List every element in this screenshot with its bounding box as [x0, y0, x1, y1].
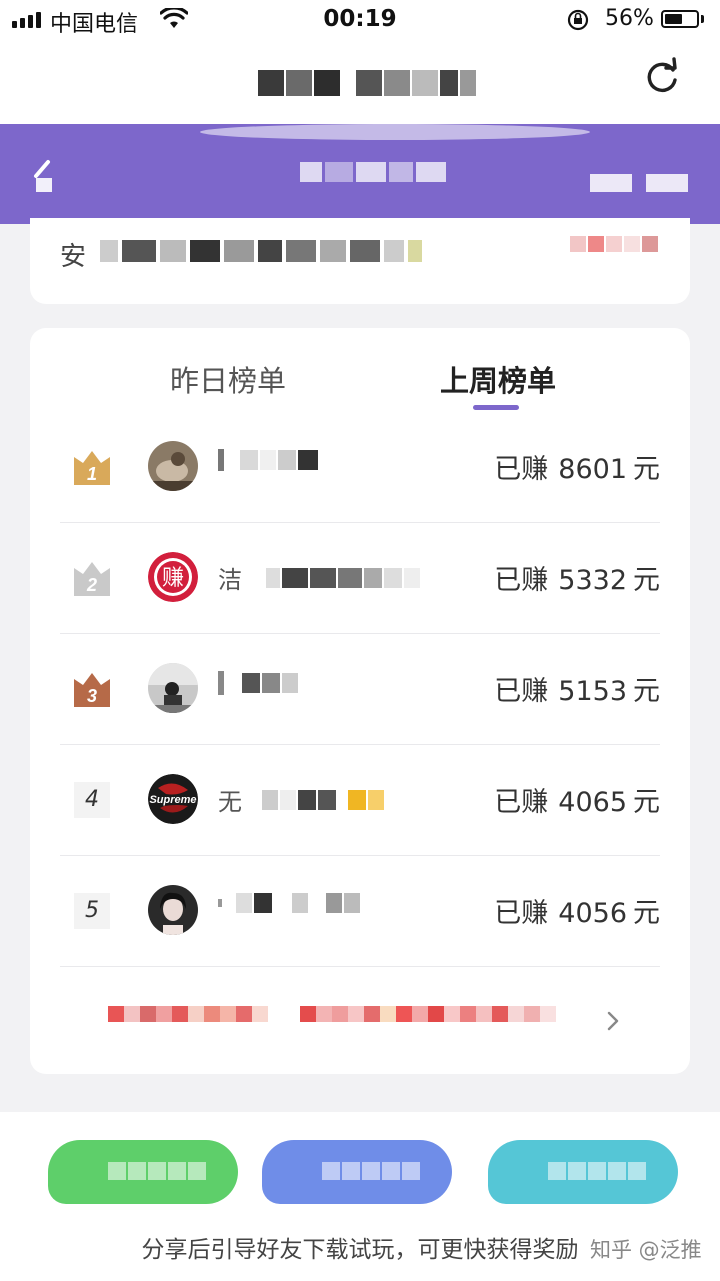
chevron-right-icon[interactable]: [606, 1010, 620, 1032]
earned-label: 已赚: [494, 676, 549, 707]
notice-text: 安: [60, 242, 87, 272]
earned-value: 4056: [558, 898, 627, 929]
view-more-link-redacted[interactable]: [100, 996, 640, 1046]
currency-unit: 元: [633, 898, 660, 929]
header-decoration: [200, 124, 590, 140]
battery-icon: [661, 10, 699, 28]
share-other-button-redacted[interactable]: [488, 1140, 678, 1204]
tab-last-week-ranking[interactable]: 上周榜单: [440, 358, 556, 400]
user-name-redacted: [218, 449, 318, 471]
tab-yesterday-ranking[interactable]: 昨日榜单: [170, 358, 286, 400]
rank-number: 4: [74, 782, 110, 818]
rank-number: 1: [87, 464, 97, 484]
refresh-icon[interactable]: [640, 56, 684, 100]
earned-amount: 已赚 4065 元: [494, 780, 660, 819]
earned-value: 5332: [558, 565, 627, 596]
ranking-row[interactable]: 4 Supreme 无 已赚 4065 元: [60, 744, 660, 856]
avatar: Supreme: [148, 774, 198, 824]
ranking-row[interactable]: 3 已赚 5153 元: [60, 633, 660, 745]
earned-amount: 已赚 5153 元: [494, 669, 660, 708]
user-name-redacted: [218, 893, 360, 913]
earned-amount: 已赚 8601 元: [494, 447, 660, 486]
earned-label: 已赚: [494, 787, 549, 818]
header-action-redacted[interactable]: [590, 174, 688, 192]
earned-value: 8601: [558, 454, 627, 485]
notice-tag-redacted: [570, 236, 658, 252]
avatar: [148, 885, 198, 935]
ranking-card: 昨日榜单 上周榜单 1 已赚 8601 元 2 赚 洁 已赚 5332 元 3 …: [30, 328, 690, 1074]
notice-text-redacted: [100, 240, 422, 262]
avatar: [148, 663, 198, 713]
avatar: [148, 441, 198, 491]
earned-value: 4065: [558, 787, 627, 818]
bronze-crown-icon: 3: [74, 673, 110, 707]
rank-number: 3: [87, 686, 97, 706]
header-title-redacted: [300, 162, 446, 182]
status-bar: 中国电信 00:19 56%: [0, 0, 720, 40]
gold-crown-icon: 1: [74, 451, 110, 485]
battery-percent: 56%: [605, 6, 654, 31]
battery-level-fill: [665, 14, 682, 24]
avatar: 赚: [148, 552, 198, 602]
user-name-redacted: 无: [218, 782, 384, 817]
currency-unit: 元: [633, 565, 660, 596]
share-wechat-button-redacted[interactable]: [48, 1140, 238, 1204]
share-moments-button-redacted[interactable]: [262, 1140, 452, 1204]
back-icon[interactable]: [30, 156, 60, 196]
earned-amount: 已赚 5332 元: [494, 558, 660, 597]
ranking-row[interactable]: 5 已赚 4056 元: [60, 855, 660, 967]
earned-label: 已赚: [494, 565, 549, 596]
rotation-lock-icon: [567, 9, 589, 31]
battery-tip: [701, 15, 704, 23]
rank-number: 5: [74, 893, 110, 929]
view-more-text-redacted: [108, 1006, 556, 1022]
currency-unit: 元: [633, 454, 660, 485]
earned-label: 已赚: [494, 898, 549, 929]
purple-header: [0, 124, 720, 224]
avatar-text: 赚: [162, 566, 184, 591]
user-name-redacted: [218, 671, 298, 695]
ranking-row[interactable]: 2 赚 洁 已赚 5332 元: [60, 522, 660, 634]
currency-unit: 元: [633, 676, 660, 707]
earned-label: 已赚: [494, 454, 549, 485]
silver-crown-icon: 2: [74, 562, 110, 596]
user-name-redacted: 洁: [218, 560, 420, 595]
ranking-row[interactable]: 1 已赚 8601 元: [60, 411, 660, 523]
page-title-redacted: [258, 70, 476, 96]
active-tab-indicator: [473, 405, 519, 410]
avatar-text: Supreme: [149, 794, 196, 806]
currency-unit: 元: [633, 787, 660, 818]
watermark: 知乎 @泛推: [590, 1238, 702, 1262]
earned-value: 5153: [558, 676, 627, 707]
earned-amount: 已赚 4056 元: [494, 891, 660, 930]
notice-card: 安: [30, 218, 690, 304]
top-nav-bar: [0, 40, 720, 124]
rank-number: 2: [86, 575, 97, 595]
